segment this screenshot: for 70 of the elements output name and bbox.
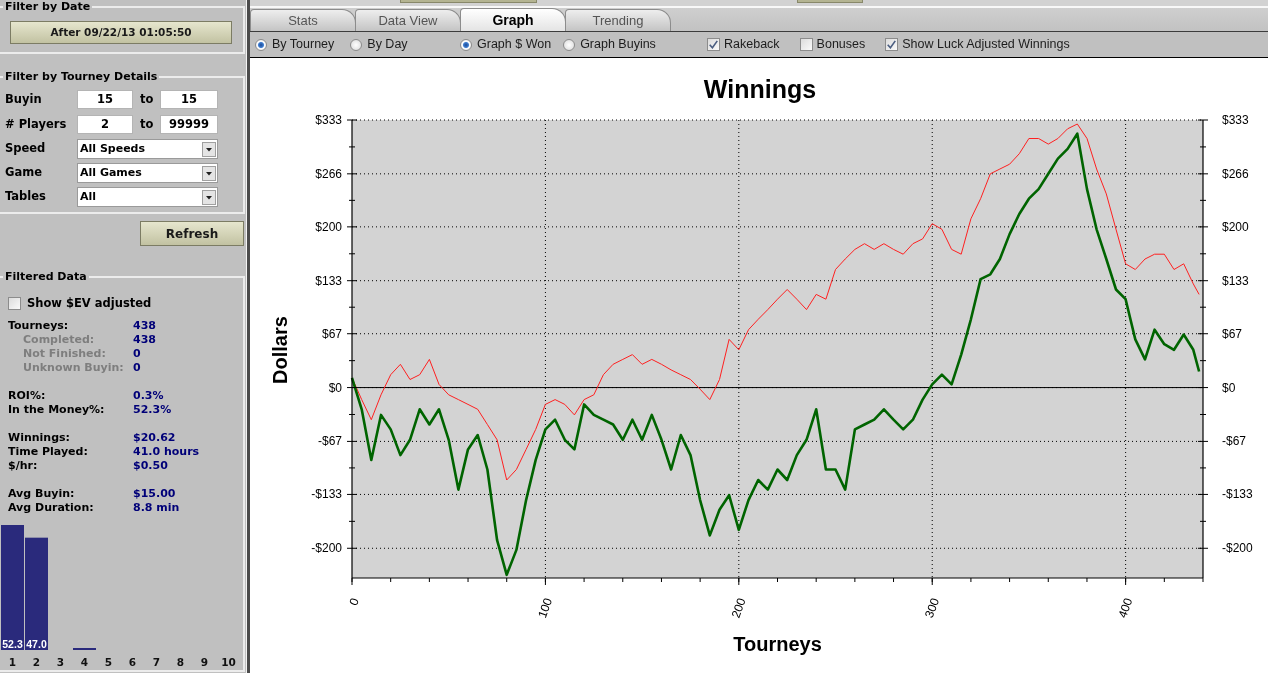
field-label: # Players [5,115,68,133]
stat-value: $0.50 [133,459,168,473]
section-title: Filter by Tourney Details [4,70,159,83]
x-tick-label: 200 [728,596,749,620]
y-tick-label: -$67 [317,434,342,449]
stat-value: 438 [133,333,156,347]
x-tick-label: 400 [1115,596,1136,620]
y2-tick-label: $67 [1222,326,1243,341]
stat-value: $20.62 [133,431,176,445]
y-tick-label: -$133 [311,487,342,502]
stat-label: Tourneys: [8,319,70,333]
y2-tick-label: $133 [1222,273,1249,288]
bar-category-label: 2 [32,656,41,668]
x-tick-label: 0 [346,596,362,608]
stat-value: $15.00 [133,487,176,501]
stat-value: 0 [133,347,141,361]
bar-category-label: 1 [8,656,17,668]
bar-category-label: 10 [221,656,236,668]
stat-value: 0 [133,361,141,375]
field-label: Speed [5,140,47,158]
chart-title: Winnings [703,75,817,103]
stat-label: Avg Buyin: [8,487,76,501]
stat-label: Time Played: [8,445,89,459]
stat-label: Winnings: [8,431,71,445]
y-tick-label: $67 [321,326,342,341]
y-tick-label: -$200 [311,541,342,556]
y2-tick-label: -$200 [1222,541,1253,556]
field-label: Buyin [5,90,43,108]
bar-category-label: 6 [128,656,137,668]
y2-tick-label: $200 [1222,219,1249,234]
y2-tick-label: -$133 [1222,487,1253,502]
stat-value: 438 [133,319,156,333]
y2-tick-label: $0 [1222,380,1236,395]
y-axis-title: Dollars [269,316,291,384]
y-tick-label: $333 [315,113,342,127]
stat-label: Avg Duration: [8,501,95,515]
stat-value: 0.3% [133,389,164,403]
y2-tick-label: -$67 [1222,434,1247,449]
y-tick-label: $133 [315,273,342,288]
y-tick-label: $266 [315,166,342,181]
y2-tick-label: $333 [1222,113,1249,127]
y-tick-label: $0 [328,380,342,395]
x-tick-label: 100 [535,596,556,620]
x-tick-label: 300 [922,596,943,620]
bar-category-label: 8 [176,656,185,668]
stat-value: 8.8 min [133,501,180,515]
field-label: Game [5,164,43,182]
bar-category-label: 4 [80,656,89,668]
stat-value: 52.3% [133,403,172,417]
bar-category-label: 7 [152,656,161,668]
stat-label: $/hr: [8,459,39,473]
stat-label: Not Finished: [22,347,107,361]
x-axis-title: Tourneys [733,633,822,655]
field-label: Tables [5,188,47,206]
bar-category-label: 3 [56,656,65,668]
stat-label: In the Money%: [8,403,106,417]
bar-category-label: 9 [200,656,209,668]
stat-label: Completed: [22,333,96,347]
bar-value-label: 52.3 [2,638,23,650]
section-title: Filtered Data [4,270,88,283]
stat-label: ROI%: [8,389,47,403]
range-separator: to [139,115,155,133]
stat-label: Unknown Buyin: [22,361,125,375]
range-separator: to [139,90,155,108]
y2-tick-label: $266 [1222,166,1249,181]
bar-category-label: 5 [104,656,113,668]
section-title: Filter by Date [4,0,92,13]
bar-value-label: 47.0 [26,638,47,650]
stat-value: 41.0 hours [133,445,200,459]
y-tick-label: $200 [315,219,342,234]
